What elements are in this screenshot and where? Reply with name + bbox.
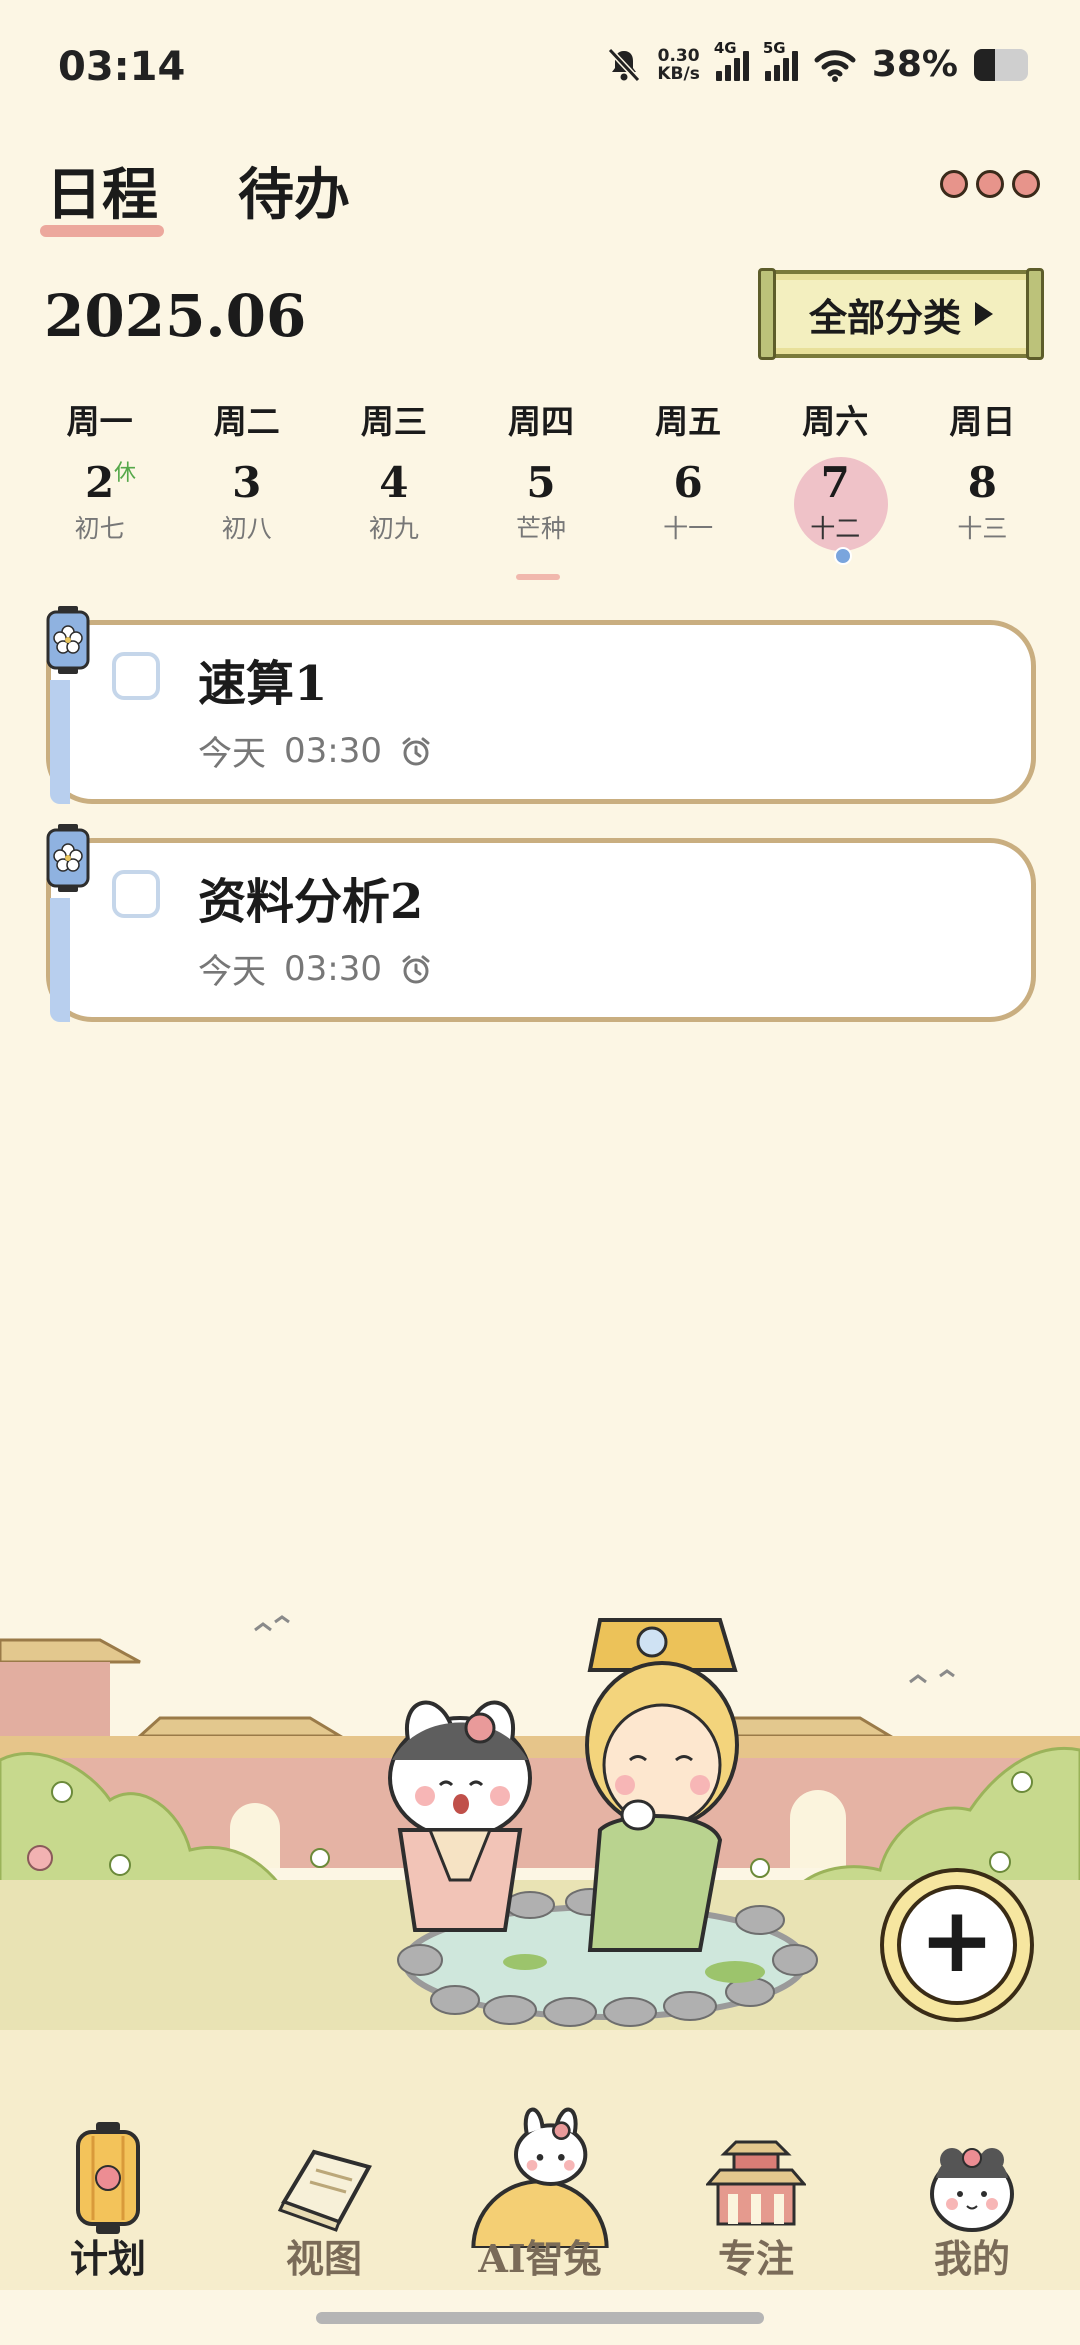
bottom-nav: 计划 视图 AI智兔 专注 我的 — [0, 2030, 1080, 2290]
signal-5g-icon: 5G — [763, 39, 798, 81]
alarm-clock-icon — [402, 955, 430, 983]
task-meta: 今天 03:30 — [198, 726, 432, 775]
lantern-icon — [46, 824, 90, 892]
task-checkbox[interactable] — [112, 870, 160, 918]
task-checkbox[interactable] — [112, 652, 160, 700]
tab-schedule[interactable]: 日程 — [40, 150, 164, 237]
task-meta: 今天 03:30 — [198, 944, 432, 993]
task-color-bar — [50, 680, 70, 804]
nav-item-view[interactable]: 视图 — [216, 2030, 432, 2290]
home-indicator[interactable] — [316, 2312, 764, 2324]
task-date: 今天 — [198, 734, 266, 774]
status-time: 03:14 — [58, 44, 186, 90]
rabbit-avatar-icon — [930, 2148, 1014, 2232]
task-title: 速算1 — [198, 656, 328, 712]
battery-percent: 38% — [871, 44, 958, 85]
day-cell[interactable]: 周二 3 初八 — [173, 395, 320, 545]
battery-icon — [974, 48, 1028, 81]
book-icon — [277, 2149, 372, 2232]
week-strip: 周一 2 初七 休 周二 3 初八 周三 4 初九 周四 5 芒种 周五 6 十… — [26, 395, 1056, 565]
header-tabs: 日程 待办 — [40, 150, 350, 237]
category-filter-label: 全部分类 — [808, 294, 961, 340]
tab-todo[interactable]: 待办 — [238, 150, 350, 231]
day-cell[interactable]: 周四 5 芒种 — [467, 395, 614, 545]
signal-4g-icon: 4G — [714, 39, 749, 81]
task-time: 03:30 — [284, 948, 382, 989]
day-cell[interactable]: 周日 8 十三 — [909, 395, 1056, 545]
category-filter-button[interactable]: 全部分类 — [758, 268, 1044, 360]
nav-item-ai-rabbit[interactable]: AI智兔 — [432, 2030, 648, 2290]
palace-icon — [706, 2140, 806, 2226]
net-speed: 0.30 KB/s — [657, 45, 700, 84]
task-title: 资料分析2 — [198, 874, 424, 930]
task-time: 03:30 — [284, 730, 382, 771]
add-task-button[interactable]: + — [880, 1868, 1034, 2022]
status-icons: 0.30 KB/s 4G 5G 38% — [607, 39, 1028, 85]
today-dot — [833, 547, 852, 565]
mute-bell-icon — [608, 47, 641, 82]
nav-item-plan[interactable]: 计划 — [0, 2030, 216, 2290]
task-card[interactable]: 速算1 今天 03:30 — [46, 606, 1036, 804]
plus-icon: + — [919, 1888, 995, 1993]
alarm-clock-icon — [402, 737, 430, 765]
day-cell[interactable]: 周五 6 十一 — [615, 395, 762, 545]
nav-item-mine[interactable]: 我的 — [864, 2030, 1080, 2290]
lantern-icon — [76, 2122, 140, 2234]
status-bar: 03:14 0.30 KB/s 4G 5G 38% — [0, 0, 1080, 140]
wifi-icon — [814, 49, 856, 82]
day-cell-selected[interactable]: 周六 7 十二 — [762, 395, 909, 565]
more-dots-icon[interactable] — [940, 170, 1040, 198]
solar-term-indicator — [516, 574, 560, 580]
task-date: 今天 — [198, 952, 266, 992]
task-color-bar — [50, 898, 70, 1022]
day-cell[interactable]: 周一 2 初七 休 — [26, 395, 173, 545]
month-label[interactable]: 2025.06 — [44, 282, 306, 350]
task-card[interactable]: 资料分析2 今天 03:30 — [46, 824, 1036, 1022]
lantern-icon — [46, 606, 90, 674]
nav-item-focus[interactable]: 专注 — [648, 2030, 864, 2290]
ai-rabbit-icon — [471, 2107, 609, 2248]
day-cell[interactable]: 周三 4 初九 — [320, 395, 467, 545]
triangle-right-icon — [975, 302, 993, 326]
